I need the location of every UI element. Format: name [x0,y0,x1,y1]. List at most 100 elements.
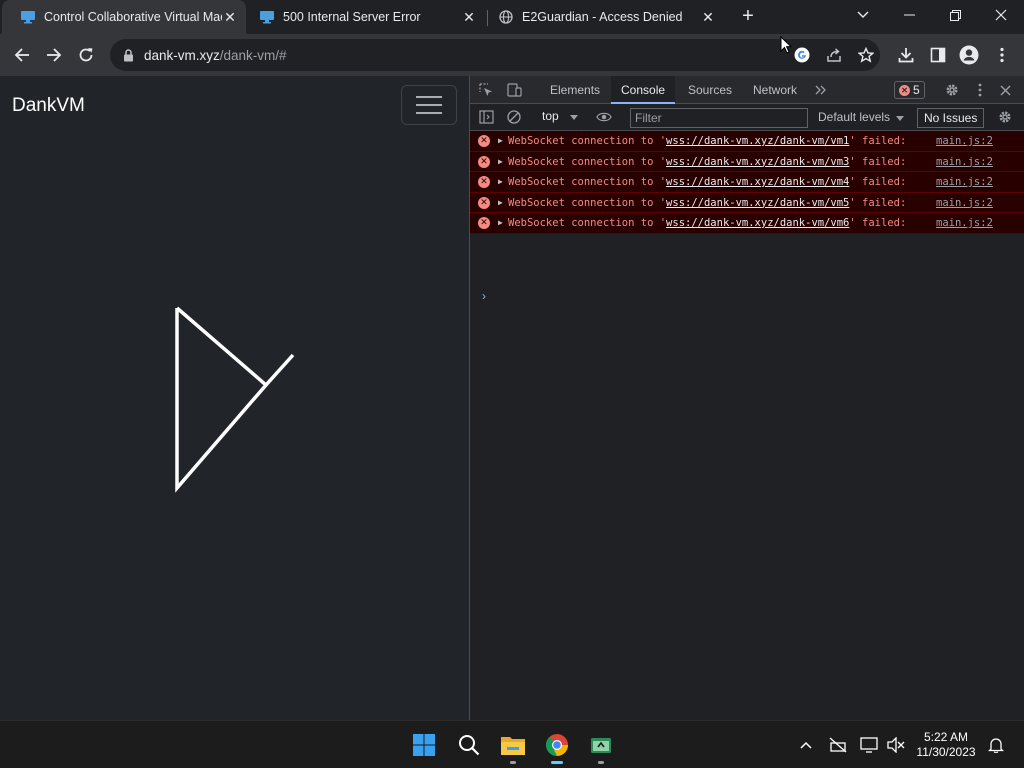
expand-triangle-icon[interactable]: ▶ [498,213,503,233]
start-button[interactable] [410,731,438,759]
error-circle-icon: ✕ [899,84,910,96]
monitor-icon [860,737,878,753]
log-url-link[interactable]: wss://dank-vm.xyz/dank-vm/vm5 [666,197,849,209]
console-error-row[interactable]: ✕ ▶ WebSocket connection to 'wss://dank-… [470,151,1024,172]
downloads-button[interactable] [892,41,920,69]
tab-sources[interactable]: Sources [678,76,742,104]
restore-button[interactable] [932,0,978,30]
console-error-row[interactable]: ✕ ▶ WebSocket connection to 'wss://dank-… [470,172,1024,193]
console-prompt[interactable]: › [482,289,486,303]
log-suffix: ' failed: [849,196,907,209]
minimize-button[interactable] [886,0,932,30]
live-expression-eye-icon[interactable] [596,109,612,125]
menu-button[interactable] [988,41,1016,69]
console-error-row[interactable]: ✕ ▶ WebSocket connection to 'wss://dank-… [470,192,1024,213]
expand-triangle-icon[interactable]: ▶ [498,152,503,172]
taskbar-clock[interactable]: 5:22 AM 11/30/2023 [912,730,980,760]
tab-title: E2Guardian - Access Denied [522,10,683,24]
log-url-link[interactable]: wss://dank-vm.xyz/dank-vm/vm3 [666,156,849,168]
settings-gear-icon[interactable] [944,82,960,98]
tab-elements[interactable]: Elements [540,76,610,104]
file-explorer-button[interactable] [499,731,527,759]
forward-button[interactable] [40,41,68,69]
console-error-row[interactable]: ✕ ▶ WebSocket connection to 'wss://dank-… [470,213,1024,234]
bookmark-button[interactable] [852,41,880,69]
url-path: /dank-vm/# [219,47,287,63]
close-devtools-icon[interactable] [997,82,1013,98]
reload-button[interactable] [72,41,100,69]
tab-500-error[interactable]: 500 Internal Server Error ✕ [241,0,485,34]
tab-search-button[interactable] [840,0,886,30]
log-url-link[interactable]: wss://dank-vm.xyz/dank-vm/vm1 [666,135,849,147]
close-tab-icon[interactable]: ✕ [222,9,238,25]
tab-network[interactable]: Network [743,76,807,104]
console-output: ✕ ▶ WebSocket connection to 'wss://dank-… [470,131,1024,303]
google-lens-button[interactable] [788,41,816,69]
arrow-right-icon [47,48,62,62]
sidebar-toggle-icon[interactable] [478,109,494,125]
notifications-button[interactable] [986,735,1006,755]
issues-button[interactable]: No Issues [917,108,985,128]
profile-button[interactable] [955,41,983,69]
share-button[interactable] [820,41,848,69]
log-prefix: WebSocket connection to ' [508,155,667,168]
chrome-taskbar-button[interactable] [543,731,571,759]
close-tab-icon[interactable]: ✕ [700,9,716,25]
display-button[interactable] [859,735,879,755]
device-toolbar-icon[interactable] [506,82,522,98]
monitor-icon [20,9,36,25]
close-tab-icon[interactable]: ✕ [461,9,477,25]
error-count-badge[interactable]: ✕ 5 [894,81,925,99]
show-hidden-icons-button[interactable] [796,735,816,755]
more-tabs-icon[interactable] [813,82,829,98]
tab-strip: Control Collaborative Virtual Mac ✕ 500 … [0,0,1024,34]
console-settings-gear-icon[interactable] [997,109,1013,125]
address-bar[interactable]: dank-vm.xyz/dank-vm/# [110,39,880,71]
log-source-link[interactable]: main.js:2 [936,152,993,172]
log-source-link[interactable]: main.js:2 [936,213,993,233]
log-prefix: WebSocket connection to ' [508,196,667,209]
context-selector[interactable]: top [542,109,579,123]
log-suffix: ' failed: [849,217,907,229]
reload-icon [79,48,93,62]
navbar-toggle-button[interactable] [401,85,457,125]
log-message: WebSocket connection to 'wss://dank-vm.x… [508,131,906,151]
log-source-link[interactable]: main.js:2 [936,131,993,151]
side-panel-button[interactable] [924,41,952,69]
devtools-tabbar: Elements Console Sources Network ✕ 5 [470,76,1024,104]
log-message: WebSocket connection to 'wss://dank-vm.x… [508,193,906,213]
new-tab-button[interactable]: + [738,6,758,27]
tab-console[interactable]: Console [611,76,676,104]
close-window-button[interactable] [978,0,1024,30]
taskbar-search-button[interactable] [455,731,483,759]
expand-triangle-icon[interactable]: ▶ [498,172,503,192]
tab-e2guardian[interactable]: E2Guardian - Access Denied ✕ [480,0,724,34]
expand-triangle-icon[interactable]: ▶ [498,193,503,213]
log-message: WebSocket connection to 'wss://dank-vm.x… [508,152,906,172]
expand-triangle-icon[interactable]: ▶ [498,131,503,151]
inspect-element-icon[interactable] [478,82,494,98]
active-indicator [551,761,563,764]
log-url-link[interactable]: wss://dank-vm.xyz/dank-vm/vm6 [666,217,849,229]
volume-button[interactable] [886,735,906,755]
console-error-row[interactable]: ✕ ▶ WebSocket connection to 'wss://dank-… [470,131,1024,152]
network-disconnected-icon [829,737,847,753]
log-source-link[interactable]: main.js:2 [936,193,993,213]
devtools-menu-icon[interactable] [972,82,988,98]
tab-control-collaborative[interactable]: Control Collaborative Virtual Mac ✕ [2,0,246,34]
lock-icon[interactable] [120,47,136,63]
clear-console-icon[interactable] [506,109,522,125]
app-window-icon [591,738,611,753]
back-button[interactable] [8,41,36,69]
network-status-button[interactable] [828,735,848,755]
log-levels-dropdown[interactable]: Default levels [818,110,905,124]
log-suffix: ' failed: [849,155,907,168]
log-url-link[interactable]: wss://dank-vm.xyz/dank-vm/vm4 [666,176,849,188]
google-icon [794,47,810,63]
app-taskbar-button[interactable] [587,731,615,759]
navbar-brand[interactable]: DankVM [12,95,85,117]
mouse-cursor-icon [780,36,792,54]
chevron-down-icon [857,11,869,18]
log-source-link[interactable]: main.js:2 [936,172,993,192]
console-filter-input[interactable] [630,108,808,128]
